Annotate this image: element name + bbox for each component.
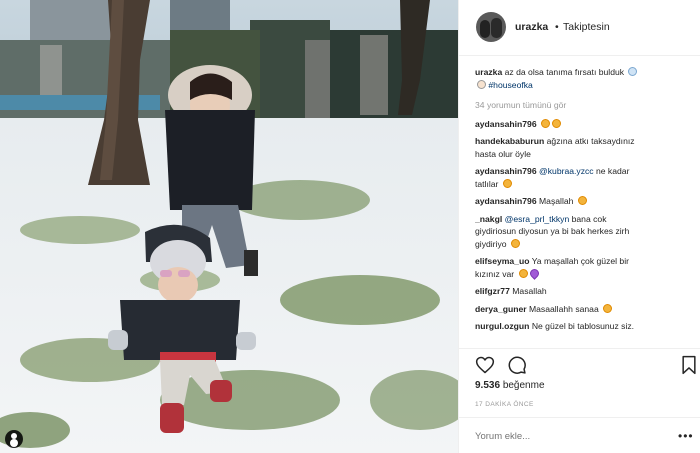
comment-text: ne kadar xyxy=(595,166,630,176)
comment-item: _nakgl @esra_prl_tkkyn bana cok xyxy=(475,213,689,226)
comment-username[interactable]: handekababurun xyxy=(475,136,544,146)
comment-item: elifseyma_uo Ya maşallah çok güzel bir xyxy=(475,255,689,268)
view-all-spacer xyxy=(475,91,689,99)
comment-text: Ya maşallah çok güzel bir xyxy=(531,256,629,266)
header-username[interactable]: urazka xyxy=(515,21,548,33)
heart-icon xyxy=(475,356,495,374)
comment-item: handekababurun ağzına atkı taksaydınız xyxy=(475,135,689,148)
photo-scene xyxy=(0,0,458,453)
divider xyxy=(459,348,700,349)
comment-button[interactable] xyxy=(507,355,527,375)
snowflake-emoji-icon xyxy=(628,67,638,76)
view-all-comments-link[interactable]: 34 yorumun tümünü gör xyxy=(475,99,689,112)
comment-text: Ne güzel bi tablosunuz siz. xyxy=(531,321,635,331)
like-button[interactable] xyxy=(475,355,495,375)
caption-text: az da olsa tanıma fırsatı bulduk xyxy=(504,67,625,77)
bookmark-icon xyxy=(682,355,696,375)
comment-username[interactable]: aydansahin796 xyxy=(475,196,537,206)
smile-emoji-icon xyxy=(541,118,551,128)
comment-item: derya_guner Masaallahh sanaa xyxy=(475,303,689,316)
post-header: urazka • Takiptesin xyxy=(459,0,700,56)
comment-list: urazka az da olsa tanıma fırsatı bulduk … xyxy=(475,66,689,346)
like-count[interactable]: 9.536 beğenme xyxy=(475,380,545,391)
post-timestamp: 17 DAKİKA ÖNCE xyxy=(475,401,534,408)
post-sidebar: urazka • Takiptesin urazka az da olsa ta… xyxy=(458,0,700,453)
comment-username[interactable]: aydansahin796 xyxy=(475,166,537,176)
comment-text: giydiriosun diyosun ya bi bak herkes zir… xyxy=(475,226,630,236)
divider xyxy=(459,417,700,418)
smile-emoji-icon xyxy=(518,268,528,278)
instagram-post: urazka • Takiptesin urazka az da olsa ta… xyxy=(0,0,700,453)
smile-emoji-icon xyxy=(552,118,562,128)
caption-username[interactable]: urazka xyxy=(475,67,502,77)
caption: urazka az da olsa tanıma fırsatı bulduk xyxy=(475,66,689,79)
smile-emoji-icon xyxy=(510,238,520,248)
header-separator: • xyxy=(555,21,559,33)
add-comment-input[interactable] xyxy=(475,429,665,443)
save-button[interactable] xyxy=(679,355,699,375)
heart-emoji-icon xyxy=(527,266,541,280)
caption-hashtag[interactable]: #houseofka xyxy=(488,80,532,90)
comment-text: tatlılar xyxy=(475,178,499,189)
comment-text: bana cok xyxy=(571,213,607,224)
comment-text: Masallah xyxy=(512,286,547,296)
comment-username[interactable]: aydansahin796 xyxy=(475,119,537,129)
comment-item: nurgul.ozgun Ne güzel bi tablosunuz siz. xyxy=(475,320,689,333)
smile-emoji-icon xyxy=(603,303,613,313)
comment-item: aydansahin796 Maşallah xyxy=(475,195,689,208)
caption-line-2: #houseofka xyxy=(475,79,689,92)
post-photo[interactable] xyxy=(0,0,458,453)
comment-username[interactable]: elifseyma_uo xyxy=(475,256,529,266)
like-count-label: beğenme xyxy=(502,380,545,391)
follow-status[interactable]: Takiptesin xyxy=(563,21,610,33)
comment-username[interactable]: elifgzr77 xyxy=(475,286,510,296)
user-tag-icon[interactable] xyxy=(5,430,23,448)
smile-emoji-icon xyxy=(577,196,587,205)
speech-bubble-icon xyxy=(508,356,526,374)
smile-emoji-icon xyxy=(502,178,512,188)
comment-username[interactable]: nurgul.ozgun xyxy=(475,321,529,331)
more-options-button[interactable]: ••• xyxy=(678,429,694,443)
comment-mention[interactable]: @esra_prl_tkkyn xyxy=(505,214,570,224)
comment-text: hasta olur öyle xyxy=(475,148,531,159)
comment-item: aydansahin796 xyxy=(475,118,689,131)
comment-item: aydansahin796 @kubraa.yzcc ne kadar xyxy=(475,165,689,178)
comment-username[interactable]: derya_guner xyxy=(475,304,527,314)
avatar[interactable] xyxy=(476,12,506,42)
comment-text: Masaallahh sanaa xyxy=(528,303,599,314)
comment-item: elifgzr77 Masallah xyxy=(475,285,689,298)
comment-text: ağzına atkı taksaydınız xyxy=(546,136,635,146)
comment-text: giydiriyo xyxy=(475,238,507,249)
like-count-number: 9.536 xyxy=(475,380,501,391)
comment-mention[interactable]: @kubraa.yzcc xyxy=(539,166,594,176)
comment-text: kızınız var xyxy=(475,268,515,279)
comment-username[interactable]: _nakgl xyxy=(475,214,502,224)
face-emoji-icon xyxy=(477,79,486,89)
comment-text: Maşallah xyxy=(539,196,574,206)
